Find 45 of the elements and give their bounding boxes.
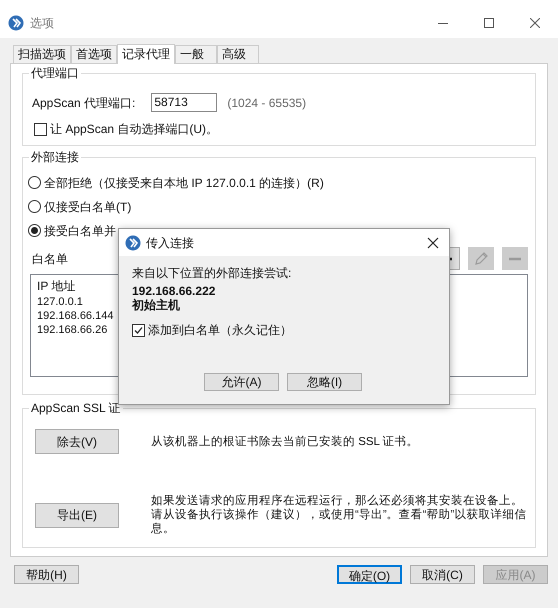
tab[interactable]: 高级 [217,45,259,63]
dialog-button[interactable]: 允许(A) [204,373,279,391]
app-logo-icon [8,15,24,31]
checkbox-label: 让 AppScan 自动选择端口(U)。 [50,121,218,138]
ip-address: 192.168.66.222 [132,284,216,298]
tab[interactable]: 首选项 [71,45,117,63]
footer-button[interactable]: 取消(C) [410,565,475,584]
radio-button[interactable] [28,176,41,189]
whitelist-label: 白名单 [32,250,68,268]
action-description: 从该机器上的根证书除去当前已安装的 SSL 证书。 [151,434,419,448]
checkbox-label: 添加到白名单（永久记住） [148,322,292,339]
column-header: IP 地址 [37,278,76,295]
group-title: 代理端口 [29,65,81,81]
radio-button[interactable] [28,200,41,213]
tab[interactable]: 记录代理 [117,44,175,64]
close-icon[interactable] [427,236,439,248]
dialog-message: 来自以下位置的外部连接尝试: [132,265,292,281]
checkbox[interactable] [34,122,47,136]
action-description: 如果发送请求的应用程序在远程运行，那么还必须将其安装在设备上。请从设备执行该操作（建议），或使用“导出”。查看“帮助”以获取详细信息。 [151,494,528,536]
dialog-title: 传入连接 [146,234,194,252]
group-title: AppScan SSL 证 [29,400,123,416]
list-item[interactable]: 192.168.66.26 [37,323,108,337]
radio-label: 接受白名单并 [44,222,116,240]
action-button[interactable]: 除去(V) [35,429,119,454]
help-button[interactable]: 帮助(H) [14,565,79,584]
group-title: 外部连接 [29,149,81,165]
app-logo-icon [125,234,141,250]
pencil-icon [473,250,489,266]
tab[interactable]: 扫描选项 [13,45,71,63]
list-item[interactable]: 127.0.0.1 [37,295,83,309]
window-title: 选项 [30,15,54,32]
minus-icon [509,256,521,260]
list-item[interactable]: 192.168.66.144 [37,309,114,323]
checkbox[interactable] [132,324,145,336]
tab[interactable]: 一般 [175,45,217,63]
host-name: 初始主机 [132,298,181,312]
action-button[interactable]: 导出(E) [35,502,119,528]
port-range: (1024 - 65535) [227,94,306,112]
radio-label: 全部拒绝（仅接受来自本地 IP 127.0.0.1 的连接）(R) [44,174,324,192]
port-field[interactable]: 58713 [151,93,218,112]
port-label: AppScan 代理端口: [32,94,136,112]
radio-label: 仅接受白名单(T) [44,198,132,216]
dialog-button[interactable]: 忽略(I) [287,373,362,391]
footer-button[interactable]: 确定(O) [337,565,402,584]
radio-button[interactable] [28,224,41,237]
